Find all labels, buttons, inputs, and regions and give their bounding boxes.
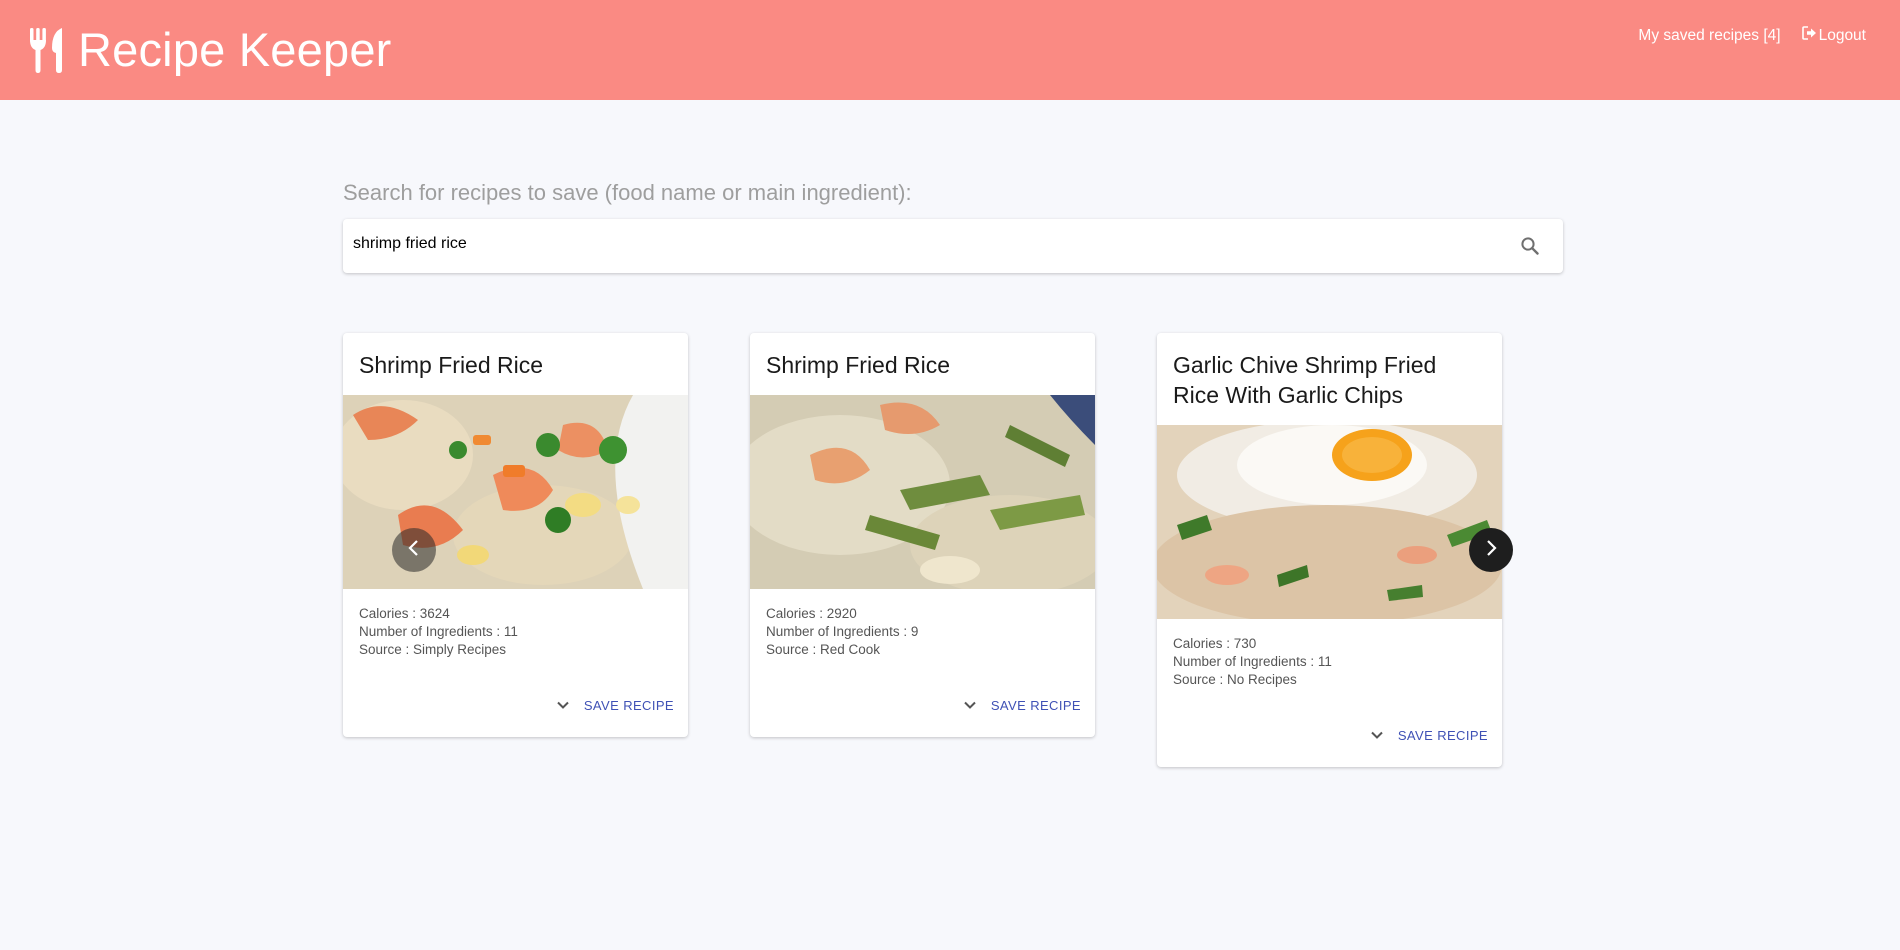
recipe-title: Garlic Chive Shrimp Fried Rice With Garl…	[1173, 352, 1437, 408]
sign-out-icon	[1801, 26, 1819, 45]
save-recipe-button[interactable]: SAVE RECIPE	[991, 698, 1081, 713]
recipe-ingredient-count: Number of Ingredients : 11	[359, 624, 518, 639]
search-box	[343, 219, 1563, 273]
chevron-right-icon	[1481, 538, 1501, 563]
search-label: Search for recipes to save (food name or…	[343, 180, 912, 205]
recipe-calories: Calories : 2920	[766, 606, 857, 621]
app-header: Recipe Keeper My saved recipes [4] Logou…	[0, 0, 1900, 100]
app-title: Recipe Keeper	[78, 23, 392, 76]
recipe-info: Calories : 2920 Number of Ingredients : …	[766, 605, 918, 659]
recipe-calories: Calories : 3624	[359, 606, 450, 621]
recipe-info: Calories : 730 Number of Ingredients : 1…	[1173, 635, 1332, 689]
carousel-next-button[interactable]	[1469, 528, 1513, 572]
recipe-source: Source : Simply Recipes	[359, 642, 507, 657]
recipe-title: Shrimp Fried Rice	[359, 352, 544, 378]
card-actions: SAVE RECIPE	[750, 691, 1095, 721]
recipe-card: Garlic Chive Shrimp Fried Rice With Garl…	[1157, 333, 1502, 767]
top-nav: My saved recipes [4] Logout	[1638, 26, 1866, 45]
recipe-info: Calories : 3624 Number of Ingredients : …	[359, 605, 518, 659]
utensils-icon	[28, 26, 66, 74]
search-icon[interactable]	[1519, 235, 1541, 262]
recipe-ingredient-count: Number of Ingredients : 9	[766, 624, 919, 639]
recipe-image	[750, 395, 1095, 589]
recipe-source: Source : No Recipes	[1173, 672, 1297, 687]
save-recipe-button[interactable]: SAVE RECIPE	[1398, 728, 1488, 743]
recipe-title: Shrimp Fried Rice	[766, 352, 951, 378]
my-saved-recipes-link[interactable]: My saved recipes [4]	[1638, 27, 1780, 45]
carousel-prev-button[interactable]	[392, 528, 436, 572]
recipe-calories: Calories : 730	[1173, 636, 1257, 651]
recipe-ingredient-count: Number of Ingredients : 11	[1173, 654, 1332, 669]
recipe-card: Shrimp Fried Rice Calories : 3624 Number…	[343, 333, 688, 737]
logout-label: Logout	[1818, 26, 1866, 44]
chevron-left-icon	[404, 538, 424, 563]
logout-button[interactable]: Logout	[1801, 26, 1866, 45]
search-input[interactable]	[353, 231, 1493, 257]
chevron-down-icon[interactable]	[962, 697, 978, 718]
card-actions: SAVE RECIPE	[343, 691, 688, 721]
recipe-image	[1157, 425, 1502, 619]
app-logo[interactable]: Recipe Keeper	[28, 22, 392, 77]
chevron-down-icon[interactable]	[555, 697, 571, 718]
chevron-down-icon[interactable]	[1369, 727, 1385, 748]
recipe-card: Shrimp Fried Rice Calories : 2920 Number…	[750, 333, 1095, 737]
recipe-source: Source : Red Cook	[766, 642, 881, 657]
save-recipe-button[interactable]: SAVE RECIPE	[584, 698, 674, 713]
card-actions: SAVE RECIPE	[1157, 721, 1502, 751]
